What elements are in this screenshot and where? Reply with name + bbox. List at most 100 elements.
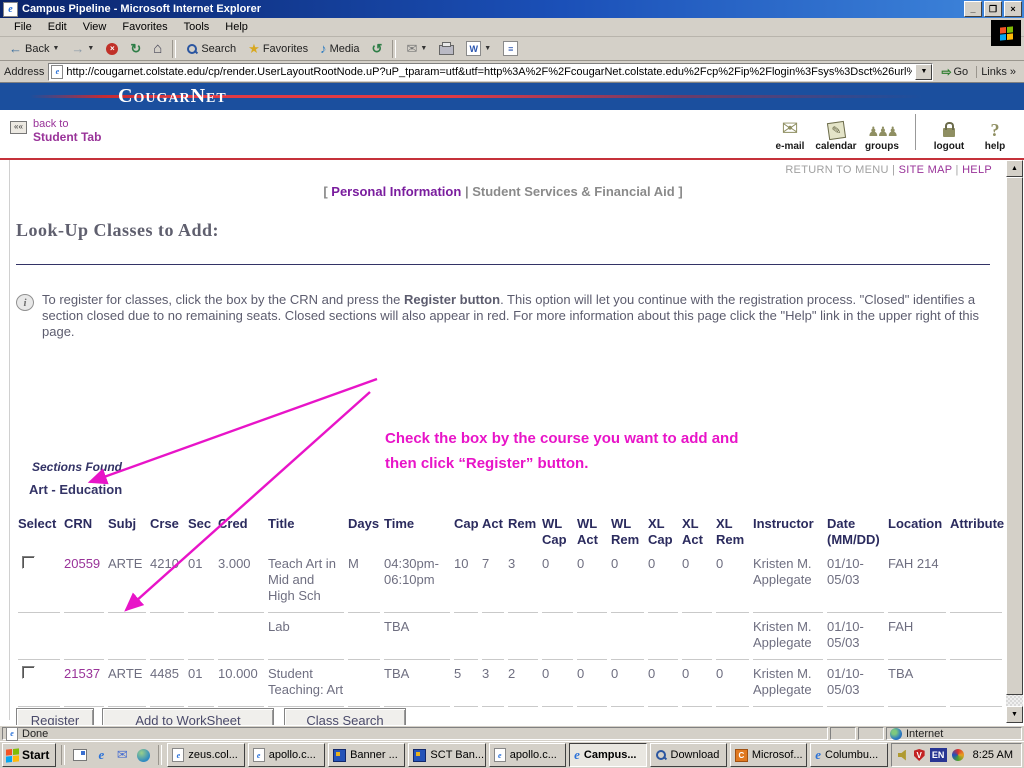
stop-button[interactable]: ×: [101, 42, 123, 56]
menu-file[interactable]: File: [6, 19, 40, 35]
volume-icon[interactable]: [897, 749, 906, 761]
outlook-express-icon[interactable]: ✉: [114, 747, 130, 763]
column-header: Attribute: [950, 516, 1005, 531]
cell: 0: [682, 550, 712, 613]
cell: Teach Art in Mid and High Sch: [268, 550, 344, 613]
title-bar: e Campus Pipeline - Microsoft Internet E…: [0, 0, 1024, 18]
scroll-down-button[interactable]: ▼: [1006, 706, 1023, 723]
taskbar-task-button[interactable]: SCT Ban...: [408, 743, 486, 767]
edit-button[interactable]: W ▼: [461, 40, 496, 57]
start-button[interactable]: Start: [2, 743, 57, 767]
taskbar-task-button[interactable]: e zeus.col...: [167, 743, 245, 767]
address-dropdown-icon[interactable]: ▼: [915, 63, 933, 80]
language-indicator[interactable]: EN: [929, 748, 947, 762]
menu-help[interactable]: Help: [217, 19, 256, 35]
discuss-button[interactable]: ≡: [498, 40, 523, 57]
crn-link[interactable]: 20559: [64, 550, 104, 613]
calendar-button[interactable]: ✎ calendar: [813, 117, 859, 152]
site-map-link[interactable]: SITE MAP: [899, 164, 953, 176]
register-button[interactable]: Register: [16, 708, 94, 725]
go-button[interactable]: ⇨ Go: [937, 65, 972, 79]
task-label: Download: [670, 749, 720, 761]
taskbar-task-button[interactable]: C Microsof...: [729, 743, 808, 767]
taskbar-task-button[interactable]: e Campus...: [569, 743, 647, 767]
browser-window: e Campus Pipeline - Microsoft Internet E…: [0, 0, 1024, 768]
cell: [950, 613, 1002, 660]
address-input[interactable]: e http://cougarnet.colstate.edu/cp/rende…: [48, 62, 934, 81]
cell: 0: [682, 660, 712, 707]
favorites-button[interactable]: ★ Favorites: [243, 41, 313, 56]
taskbar-task-button[interactable]: e apollo.c...: [247, 743, 326, 767]
menu-edit[interactable]: Edit: [40, 19, 75, 35]
status-pane: [858, 727, 884, 740]
links-chevron-icon[interactable]: »: [1010, 66, 1016, 78]
class-search-button[interactable]: Class Search: [284, 708, 406, 725]
cell: 10.000: [218, 660, 264, 707]
internet-explorer-icon[interactable]: e: [93, 747, 109, 763]
print-button[interactable]: [434, 41, 459, 56]
show-desktop-icon[interactable]: [72, 747, 88, 763]
back-dropdown-icon[interactable]: ▼: [52, 45, 59, 52]
cell: 3: [508, 550, 538, 613]
taskbar-task-button[interactable]: Banner ...: [328, 743, 406, 767]
menu-view[interactable]: View: [75, 19, 115, 35]
add-to-worksheet-button[interactable]: Add to WorkSheet: [102, 708, 274, 725]
help-button[interactable]: ? help: [972, 117, 1018, 152]
column-header: XL Cap: [648, 516, 673, 547]
back-to-student-tab-link[interactable]: «« back to Student Tab: [10, 118, 101, 145]
taskbar-task-button[interactable]: e Columbu...: [810, 743, 888, 767]
column-header: Cap: [454, 516, 479, 531]
search-button[interactable]: Search: [181, 42, 241, 56]
mail-dropdown-icon[interactable]: ▼: [420, 45, 427, 52]
vertical-scrollbar[interactable]: ▲ ▼: [1006, 160, 1023, 723]
personal-information-link[interactable]: Personal Information: [331, 184, 461, 199]
cell: 01/10-05/03: [827, 613, 884, 660]
media-player-icon[interactable]: [135, 747, 151, 763]
crn-link[interactable]: 21537: [64, 660, 104, 707]
crn-checkbox[interactable]: [22, 666, 35, 679]
tray-app-icon[interactable]: [951, 749, 964, 761]
column-header: Crse: [150, 516, 179, 531]
antivirus-shield-icon[interactable]: V: [913, 749, 925, 761]
cell: Kristen M. Applegate: [753, 613, 823, 660]
menu-favorites[interactable]: Favorites: [114, 19, 175, 35]
groups-button[interactable]: ♟♟♟ groups: [859, 117, 905, 152]
cell: [611, 613, 644, 660]
student-services-link[interactable]: Student Services & Financial Aid: [472, 184, 675, 199]
back-button[interactable]: ← Back ▼: [4, 41, 64, 56]
refresh-button[interactable]: ↻: [125, 41, 146, 56]
history-button[interactable]: ↺: [367, 41, 388, 56]
menu-tools[interactable]: Tools: [176, 19, 218, 35]
cell: [150, 613, 184, 660]
cell: Lab: [268, 613, 344, 660]
links-button[interactable]: Links »: [976, 65, 1020, 78]
logout-button[interactable]: logout: [926, 117, 972, 152]
taskbar-divider: [158, 745, 163, 765]
forward-button[interactable]: → ▼: [66, 41, 99, 56]
cell: 10: [454, 550, 478, 613]
home-button[interactable]: ⌂: [148, 40, 167, 57]
media-button[interactable]: ♪ Media: [315, 41, 364, 56]
restore-button[interactable]: ❐: [984, 1, 1002, 17]
edit-word-icon: W: [466, 41, 482, 56]
taskbar-task-button[interactable]: Download: [649, 743, 727, 767]
cell: 7: [482, 550, 504, 613]
edit-dropdown-icon[interactable]: ▼: [484, 45, 491, 52]
help-link[interactable]: HELP: [962, 164, 992, 176]
subject-category: Art - Education: [29, 482, 123, 497]
forward-dropdown-icon[interactable]: ▼: [87, 45, 94, 52]
status-text: Done: [22, 727, 49, 740]
return-to-menu-link[interactable]: RETURN TO MENU: [785, 164, 888, 176]
scrollbar-thumb[interactable]: [1006, 177, 1023, 695]
cell: [108, 613, 146, 660]
crn-checkbox[interactable]: [22, 556, 35, 569]
close-button[interactable]: ×: [1004, 1, 1022, 17]
scroll-up-button[interactable]: ▲: [1006, 160, 1023, 177]
cell: 0: [648, 550, 678, 613]
mail-button[interactable]: ✉ ▼: [401, 41, 432, 56]
toolbar-separator: [172, 39, 177, 58]
minimize-button[interactable]: _: [964, 1, 982, 17]
email-icon: ✉: [781, 118, 799, 140]
email-button[interactable]: ✉ e-mail: [767, 117, 813, 152]
taskbar-task-button[interactable]: e apollo.c...: [488, 743, 567, 767]
